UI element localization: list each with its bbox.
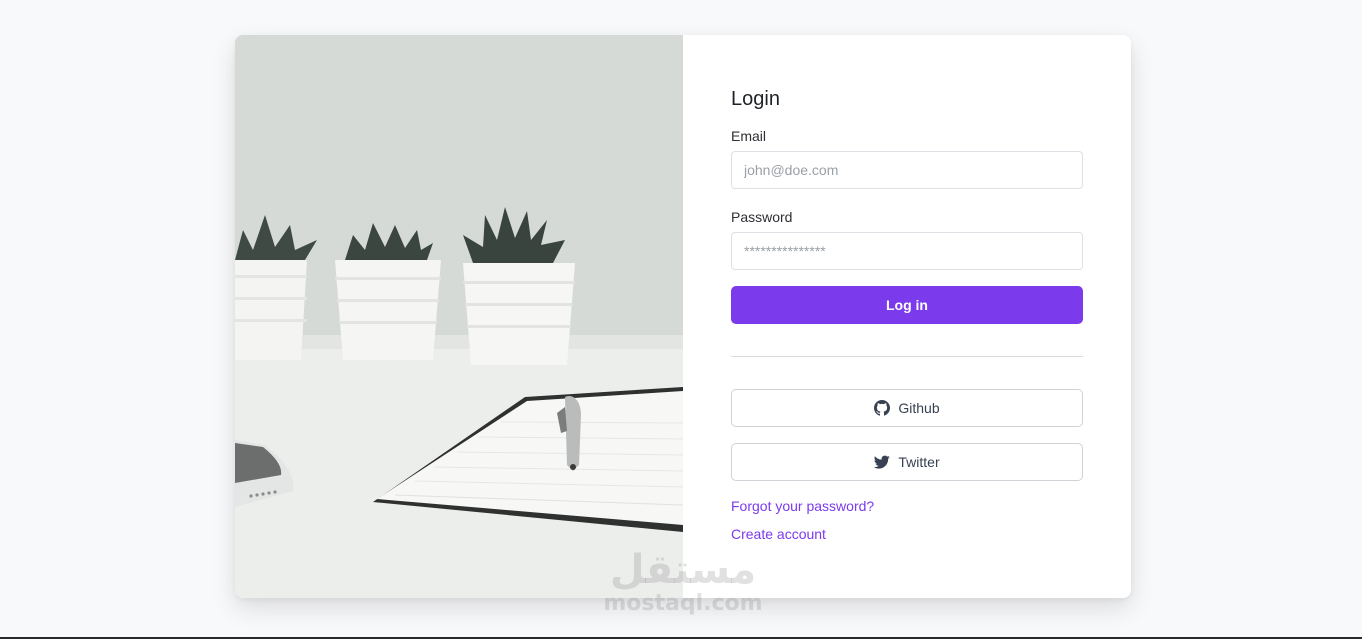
email-field[interactable]	[731, 151, 1083, 189]
github-button-label: Github	[898, 400, 940, 416]
password-label: Password	[731, 209, 793, 225]
twitter-button[interactable]: Twitter	[731, 443, 1083, 481]
github-icon	[874, 400, 891, 416]
forgot-password-link[interactable]: Forgot your password?	[731, 497, 1083, 515]
password-field-group: Password	[731, 209, 1083, 270]
login-form-panel: Login Email Password Log in Github	[683, 35, 1131, 598]
create-account-link[interactable]: Create account	[731, 525, 1083, 543]
email-label: Email	[731, 128, 767, 144]
twitter-button-label: Twitter	[898, 454, 940, 470]
hero-photo	[235, 35, 683, 598]
page: Login Email Password Log in Github	[0, 0, 1362, 639]
twitter-icon	[874, 454, 891, 470]
email-field-group: Email	[731, 128, 1083, 189]
login-card: Login Email Password Log in Github	[235, 35, 1131, 598]
page-title: Login	[731, 88, 780, 110]
password-field[interactable]	[731, 232, 1083, 270]
login-button[interactable]: Log in	[731, 286, 1083, 324]
divider	[731, 356, 1083, 357]
account-links: Forgot your password? Create account	[731, 497, 1083, 543]
github-button[interactable]: Github	[731, 389, 1083, 427]
login-form: Login Email Password Log in Github	[731, 87, 1083, 553]
